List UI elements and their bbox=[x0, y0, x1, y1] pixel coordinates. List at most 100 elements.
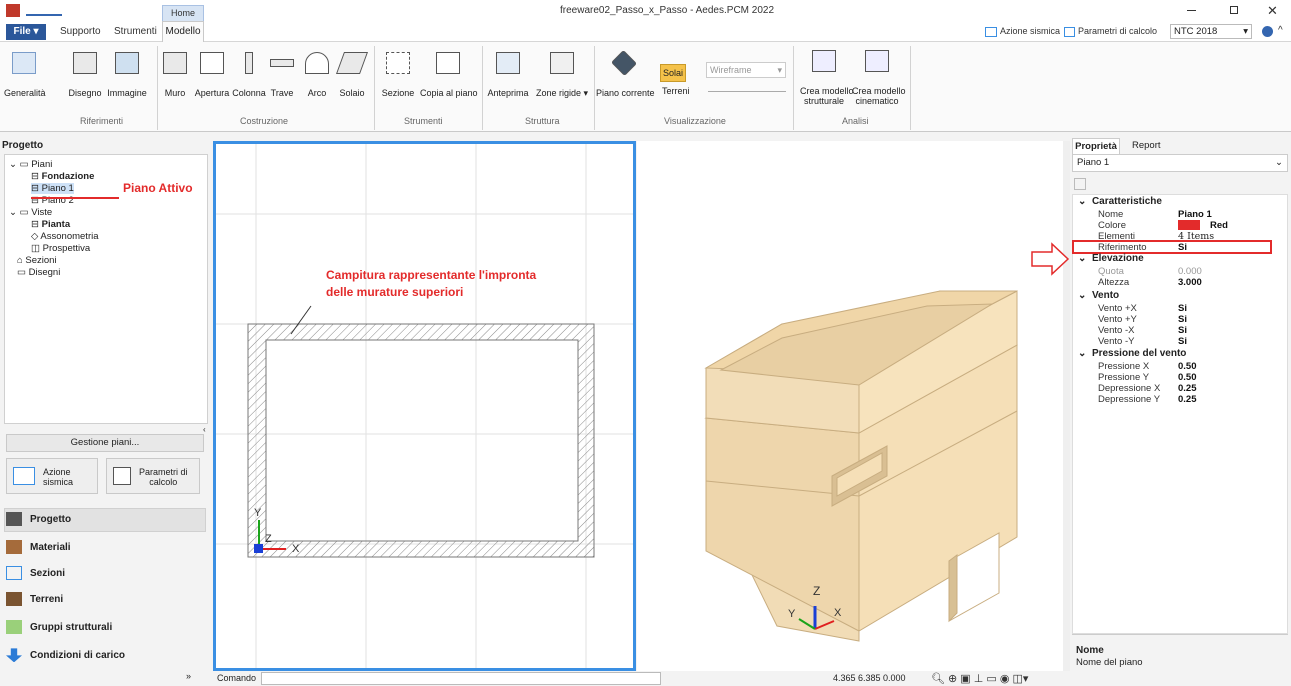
gestione-piani-button[interactable]: Gestione piani... bbox=[6, 434, 204, 452]
transparency-slider[interactable] bbox=[708, 91, 786, 101]
terreni-toggle[interactable]: Terreni bbox=[662, 86, 690, 96]
collapse-panel-icon[interactable]: ‹ bbox=[203, 425, 206, 434]
tab-strumenti[interactable]: Strumenti bbox=[114, 26, 157, 37]
prop-value[interactable]: Si bbox=[1178, 325, 1187, 336]
tab-report[interactable]: Report bbox=[1132, 140, 1161, 151]
tab-modello[interactable]: Modello bbox=[162, 21, 204, 42]
colonna-button[interactable]: Colonna bbox=[232, 52, 266, 98]
prop-value[interactable]: 0.25 bbox=[1178, 394, 1197, 405]
solai-toggle[interactable]: Solai bbox=[660, 64, 686, 82]
panel-splitter[interactable] bbox=[1063, 141, 1070, 671]
prop-key: Altezza bbox=[1098, 277, 1130, 288]
sections-icon bbox=[6, 566, 22, 581]
crea-modello-cinematico-button[interactable]: Crea modello cinematico bbox=[852, 50, 906, 106]
svg-text:Y: Y bbox=[254, 507, 262, 519]
tree-sezioni[interactable]: ⌂ Sezioni bbox=[17, 255, 57, 266]
azione-sismica-button[interactable]: Azione sismica bbox=[6, 458, 98, 494]
tree-viste[interactable]: ⌄ ▭ Viste bbox=[9, 207, 52, 218]
piano-corrente-button[interactable]: Piano corrente bbox=[596, 49, 655, 98]
prop-key: Vento +X bbox=[1098, 303, 1137, 314]
tab-supporto[interactable]: Supporto bbox=[60, 26, 101, 37]
tree-fondazione[interactable]: ⊟ Fondazione bbox=[31, 171, 94, 182]
kinematic-model-icon bbox=[865, 50, 889, 72]
wireframe-select[interactable]: Wireframe ▾ bbox=[706, 62, 786, 78]
colonna-icon bbox=[245, 52, 253, 74]
expand-icon[interactable]: » bbox=[186, 671, 191, 681]
prop-value[interactable]: 0.50 bbox=[1178, 361, 1197, 372]
maximize-icon[interactable] bbox=[1230, 6, 1238, 14]
immagine-button[interactable]: Immagine bbox=[106, 52, 148, 98]
norm-select[interactable]: NTC 2018 ▾ bbox=[1170, 24, 1252, 39]
file-menu-button[interactable]: File ▾ bbox=[6, 24, 46, 40]
piano-corrente-label: Piano corrente bbox=[596, 88, 655, 98]
minimize-icon[interactable] bbox=[1187, 10, 1196, 11]
view-tools-icons[interactable]: 🔍︎ ⊕ ▣ ⊥ ▭ ◉ ◫▾ bbox=[931, 672, 1028, 685]
prop-value[interactable]: Si bbox=[1178, 303, 1187, 314]
tab-proprieta[interactable]: Proprietà bbox=[1072, 138, 1120, 154]
nav-sezioni[interactable]: Sezioni bbox=[6, 562, 206, 586]
campitura-annotation-line2: delle murature superiori bbox=[326, 285, 464, 299]
tree-disegni[interactable]: ▭ Disegni bbox=[17, 267, 60, 278]
tree-piano-1[interactable]: ⊟ Piano 1 bbox=[31, 183, 74, 194]
status-bar: Comando 4.365 6.385 0.000 🔍︎ ⊕ ▣ ⊥ ▭ ◉ ◫… bbox=[213, 672, 1063, 686]
collapse-ribbon-icon[interactable]: ^ bbox=[1278, 25, 1283, 36]
generalita-button[interactable]: Generalità bbox=[4, 52, 46, 98]
sezione-label: Sezione bbox=[381, 88, 415, 98]
parametri-calcolo-link[interactable]: Parametri di calcolo bbox=[1078, 26, 1157, 36]
3d-view[interactable]: Z X Y bbox=[637, 141, 1063, 671]
prop-value[interactable]: Si bbox=[1178, 314, 1187, 325]
project-tree[interactable]: ⌄ ▭ Piani ⊟ Fondazione ⊟ Piano 1 ⊟ Piano… bbox=[4, 154, 208, 434]
command-input[interactable] bbox=[261, 672, 661, 685]
crea-modello-strutturale-button[interactable]: Crea modello strutturale bbox=[800, 50, 854, 106]
prop-nome-value[interactable]: Piano 1 bbox=[1178, 209, 1212, 220]
prop-colore-value[interactable]: Red bbox=[1210, 220, 1228, 231]
prop-value[interactable]: 0.25 bbox=[1178, 383, 1197, 394]
apertura-icon bbox=[200, 52, 224, 74]
prop-value[interactable]: Si bbox=[1178, 336, 1187, 347]
zone-rigide-icon bbox=[550, 52, 574, 74]
parameters-icon[interactable] bbox=[1064, 27, 1075, 37]
sezione-button[interactable]: Sezione bbox=[378, 52, 418, 98]
separator bbox=[594, 46, 595, 130]
nav-progetto-row[interactable]: Progetto bbox=[6, 508, 206, 532]
copia-al-piano-button[interactable]: Copia al piano bbox=[420, 52, 478, 98]
arco-button[interactable]: Arco bbox=[304, 52, 330, 98]
group-caratteristiche[interactable]: ⌄ Caratteristiche bbox=[1078, 196, 1162, 207]
object-selector[interactable]: Piano 1 ⌄ bbox=[1072, 154, 1288, 172]
close-icon[interactable]: ✕ bbox=[1267, 3, 1278, 19]
quick-access-icons[interactable] bbox=[26, 6, 62, 16]
solaio-button[interactable]: Solaio bbox=[335, 52, 369, 98]
zone-rigide-button[interactable]: Zone rigide ▾ bbox=[534, 52, 590, 99]
anteprima-button[interactable]: Anteprima bbox=[486, 52, 530, 98]
tree-assonometria[interactable]: ◇ Assonometria bbox=[31, 231, 99, 242]
prop-key: Quota bbox=[1098, 266, 1124, 277]
muro-button[interactable]: Muro bbox=[158, 52, 192, 98]
tree-prospettiva[interactable]: ◫ Prospettiva bbox=[31, 243, 90, 254]
prop-altezza-value[interactable]: 3.000 bbox=[1178, 277, 1202, 288]
disegno-button[interactable]: Disegno bbox=[68, 52, 102, 98]
tree-pianta[interactable]: ⊟ Pianta bbox=[31, 219, 70, 230]
prop-value[interactable]: 0.50 bbox=[1178, 372, 1197, 383]
plan-view[interactable]: Y Z X Campitura rappresentante l'impront… bbox=[213, 141, 636, 671]
seismic-icon[interactable] bbox=[985, 27, 997, 37]
azione-sismica-link[interactable]: Azione sismica bbox=[1000, 26, 1060, 36]
group-strumenti: Strumenti bbox=[404, 116, 443, 126]
parametri-calcolo-button[interactable]: Parametri di calcolo bbox=[106, 458, 200, 494]
group-elevazione[interactable]: ⌄ Elevazione bbox=[1078, 253, 1144, 264]
apertura-button[interactable]: Apertura bbox=[192, 52, 232, 98]
tree-piani[interactable]: ⌄ ▭ Piani bbox=[9, 159, 52, 170]
quick-tab-home[interactable]: Home bbox=[162, 5, 204, 22]
nav-condizioni-carico[interactable]: Condizioni di carico bbox=[6, 644, 206, 668]
solaio-icon bbox=[335, 52, 369, 74]
annotation-underline bbox=[31, 197, 119, 199]
help-icon[interactable] bbox=[1262, 26, 1273, 37]
nav-materiali[interactable]: Materiali bbox=[6, 536, 206, 560]
trave-button[interactable]: Trave bbox=[268, 52, 296, 98]
nav-terreni[interactable]: Terreni bbox=[6, 588, 206, 612]
disegno-label: Disegno bbox=[68, 88, 102, 98]
zone-rigide-label: Zone rigide ▾ bbox=[535, 88, 589, 98]
nav-gruppi-strutturali[interactable]: Gruppi strutturali bbox=[6, 616, 206, 640]
group-pressione[interactable]: ⌄ Pressione del vento bbox=[1078, 348, 1186, 359]
sort-icon[interactable] bbox=[1074, 178, 1086, 190]
group-vento[interactable]: ⌄ Vento bbox=[1078, 290, 1119, 301]
